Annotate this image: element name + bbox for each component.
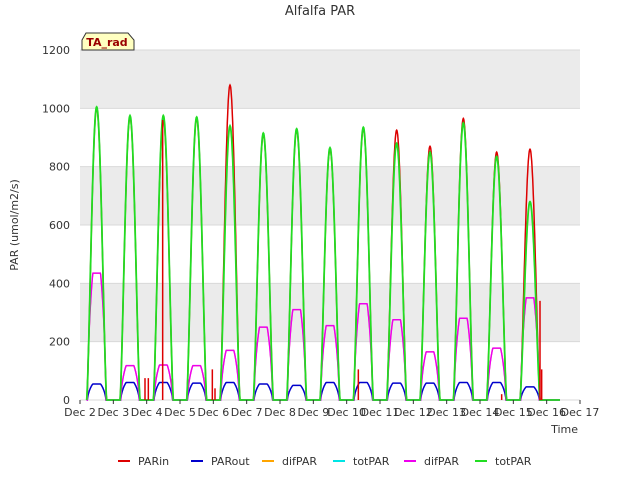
annotation-label: TA_rad <box>86 36 127 49</box>
annotation-box: TA_rad <box>81 32 135 51</box>
x-tick-label: Dec 3 <box>97 406 129 419</box>
y-tick-label: 800 <box>49 161 70 174</box>
y-tick-label: 400 <box>49 277 70 290</box>
x-tick-label: Dec 9 <box>297 406 329 419</box>
legend-label: totPAR <box>353 455 390 468</box>
x-tick-label: Dec 17 <box>561 406 600 419</box>
legend-label: difPAR <box>424 455 459 468</box>
x-tick-label: Dec 8 <box>264 406 296 419</box>
x-tick-label: Dec 2 <box>64 406 96 419</box>
band <box>80 50 580 109</box>
x-tick-label: Dec 5 <box>164 406 196 419</box>
y-tick-label: 1000 <box>42 102 70 115</box>
chart-title: Alfalfa PAR <box>285 4 355 19</box>
legend-label: PARout <box>211 455 250 468</box>
y-tick-label: 600 <box>49 219 70 232</box>
legend-label: totPAR <box>495 455 532 468</box>
legend-label: PARin <box>138 455 169 468</box>
legend: PARin PARout difPAR totPAR difPAR totPAR <box>118 455 532 468</box>
y-tick-label: 1200 <box>42 44 70 57</box>
y-axis-label: PAR (umol/m2/s) <box>8 179 21 271</box>
chart: 0 200 400 600 800 1000 1200 Dec 2 Dec 3 Dec 4 Dec … <box>0 0 640 480</box>
x-tick-label: Dec 6 <box>197 406 229 419</box>
band <box>80 166 580 225</box>
x-axis-label: Time <box>550 423 578 436</box>
y-tick-label: 200 <box>49 336 70 349</box>
x-tick-label: Dec 4 <box>131 406 163 419</box>
x-tick-label: Dec 7 <box>231 406 263 419</box>
legend-label: difPAR <box>282 455 317 468</box>
chart-svg: 020040060080010001200Dec 2 Dec 3 Dec 4 Dec … <box>8 4 600 468</box>
